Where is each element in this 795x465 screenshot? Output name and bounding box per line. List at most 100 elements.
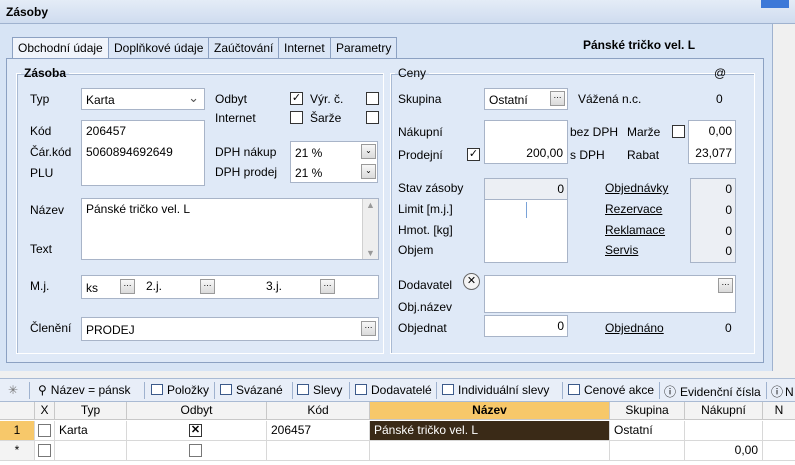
- objednano-link[interactable]: Objednáno: [605, 321, 664, 335]
- internet-checkbox[interactable]: [290, 111, 303, 124]
- cell-typ[interactable]: Karta: [55, 421, 127, 441]
- skupina-label: Skupina: [398, 92, 442, 106]
- column-header-odbyt[interactable]: Odbyt: [127, 402, 267, 420]
- new-cell-skupina[interactable]: [610, 441, 685, 461]
- kod-label: Kód: [30, 124, 52, 138]
- cell-nazev[interactable]: Pánské tričko vel. L: [370, 421, 610, 441]
- tab-doplnkove-udaje[interactable]: Doplňkové údaje: [108, 37, 210, 59]
- tab-filter-nazev[interactable]: ⚲ Název = pánsk: [38, 383, 131, 397]
- rezervace-link[interactable]: Rezervace: [605, 202, 662, 216]
- mj3-label: 3.j.: [266, 279, 283, 293]
- dph-nakup-value: 21 %: [295, 146, 323, 160]
- tab-separator: [436, 382, 437, 399]
- mj2-dropdown-icon[interactable]: ⋯: [200, 279, 215, 294]
- new-cell-nakupni[interactable]: 0,00: [685, 441, 763, 461]
- tab-individualni-slevy[interactable]: Individuální slevy: [442, 383, 549, 397]
- tab-obchodni-udaje[interactable]: Obchodní údaje: [12, 37, 109, 60]
- typ-select[interactable]: Karta ⌄: [81, 88, 205, 110]
- mj-fields[interactable]: ks ⋯ 2.j. ⋯ 3.j. ⋯: [81, 275, 379, 299]
- dodavatel-dropdown-icon[interactable]: ⋯: [718, 278, 733, 293]
- tab-polozky[interactable]: Položky: [151, 383, 209, 397]
- tab-zauctovani[interactable]: Zaúčtování: [208, 37, 280, 59]
- table-row-checkbox-cell[interactable]: [35, 421, 55, 441]
- vyr-c-checkbox[interactable]: [366, 92, 379, 105]
- cleneni-select[interactable]: PRODEJ ⋯: [81, 317, 379, 341]
- list-icon: [151, 384, 163, 395]
- chevron-down-icon: ⌄: [188, 90, 199, 105]
- car-kod-label: Čár.kód: [30, 145, 72, 159]
- new-cell-kod[interactable]: [267, 441, 370, 461]
- list-icon: [442, 384, 454, 395]
- tab-cenove-akce[interactable]: Cenové akce: [568, 383, 654, 397]
- tab-separator: [292, 382, 293, 399]
- cell-nakupni[interactable]: [685, 421, 763, 441]
- list-icon: [220, 384, 232, 395]
- marze-rabat-box[interactable]: 0,00 23,077: [688, 120, 736, 164]
- marze-checkbox[interactable]: [672, 125, 685, 138]
- servis-link[interactable]: Servis: [605, 243, 638, 257]
- new-odbyt-checkbox[interactable]: [189, 444, 202, 457]
- cell-more[interactable]: [763, 421, 795, 441]
- tab-evidencni-cisla[interactable]: ⓘ Evidenční čísla: [664, 383, 761, 400]
- vazena-label: Vážená n.c.: [578, 92, 642, 106]
- column-header-typ[interactable]: Typ: [55, 402, 127, 420]
- kod-fields[interactable]: 206457 5060894692649: [81, 120, 205, 186]
- dph-nakup-dropdown-icon[interactable]: ⌄: [361, 144, 376, 159]
- new-cell-nazev[interactable]: [370, 441, 610, 461]
- tab-internet[interactable]: Internet: [278, 37, 331, 59]
- mj-dropdown-icon[interactable]: ⋯: [120, 279, 135, 294]
- new-row-checkbox-cell[interactable]: [35, 441, 55, 461]
- cleneni-label: Členění: [30, 321, 72, 335]
- tab-parametry[interactable]: Parametry: [330, 37, 398, 59]
- tab-evidencni-cisla-label: Evidenční čísla: [680, 385, 761, 399]
- stock-table: X Typ Odbyt Kód Název Skupina Nákupní N …: [0, 402, 795, 465]
- tab-more[interactable]: ⓘ N: [771, 383, 794, 400]
- objednat-field[interactable]: 0: [484, 315, 568, 337]
- servis-value: 0: [725, 244, 732, 258]
- clear-supplier-icon[interactable]: ✕: [463, 273, 480, 290]
- column-header-x[interactable]: X: [35, 402, 55, 420]
- odbyt-checkbox[interactable]: ✓: [290, 92, 303, 105]
- reklamace-value: 0: [725, 224, 732, 238]
- row-select-checkbox[interactable]: [38, 424, 51, 437]
- tab-slevy[interactable]: Slevy: [297, 383, 342, 397]
- cell-kod[interactable]: 206457: [267, 421, 370, 441]
- column-header-skupina[interactable]: Skupina: [610, 402, 685, 420]
- reklamace-link[interactable]: Reklamace: [605, 223, 665, 237]
- column-header-more[interactable]: N: [763, 402, 795, 420]
- cleneni-dropdown-icon[interactable]: ⋯: [361, 321, 376, 336]
- marze-label: Marže: [627, 125, 661, 139]
- star-icon[interactable]: ✳: [8, 383, 18, 397]
- skupina-dropdown-icon[interactable]: ⋯: [550, 91, 565, 106]
- nazev-scrollbar[interactable]: ▲ ▼: [362, 199, 378, 259]
- ceny-input[interactable]: 200,00: [484, 120, 568, 164]
- nazev-textarea[interactable]: Pánské tričko vel. L ▲ ▼: [81, 198, 379, 260]
- detail-tabs-bar: ✳ ⚲ Název = pánsk Položky Svázané Slevy D…: [0, 378, 795, 402]
- dph-prodej-dropdown-icon[interactable]: ⌄: [361, 164, 376, 179]
- dodavatel-field[interactable]: ⋯: [484, 275, 736, 313]
- limit-fields[interactable]: [484, 199, 568, 263]
- column-header-kod[interactable]: Kód: [267, 402, 370, 420]
- prodejni-checkbox[interactable]: ✓: [467, 148, 480, 161]
- mj3-dropdown-icon[interactable]: ⋯: [320, 279, 335, 294]
- skupina-select[interactable]: Ostatní ⋯: [484, 88, 568, 110]
- skupina-value: Ostatní: [489, 93, 528, 107]
- column-header-nakupni[interactable]: Nákupní: [685, 402, 763, 420]
- new-cell-typ[interactable]: [55, 441, 127, 461]
- list-icon: [568, 384, 580, 395]
- sarze-checkbox[interactable]: [366, 111, 379, 124]
- marze-value: 0,00: [708, 124, 732, 138]
- tab-separator: [562, 382, 563, 399]
- objednavky-link[interactable]: Objednávky: [605, 181, 668, 195]
- column-header-nazev[interactable]: Název: [370, 402, 610, 420]
- new-row-checkbox[interactable]: [38, 444, 51, 457]
- new-cell-more[interactable]: [763, 441, 795, 461]
- cell-odbyt[interactable]: ✕: [127, 421, 267, 441]
- tab-dodavatele[interactable]: Dodavatelé: [355, 383, 432, 397]
- cell-skupina[interactable]: Ostatní: [610, 421, 685, 441]
- plu-label: PLU: [30, 166, 54, 180]
- new-cell-odbyt[interactable]: [127, 441, 267, 461]
- tab-svazane[interactable]: Svázané: [220, 383, 283, 397]
- dph-selects[interactable]: 21 % 21 % ⌄ ⌄: [290, 141, 378, 183]
- tab-separator: [349, 382, 350, 399]
